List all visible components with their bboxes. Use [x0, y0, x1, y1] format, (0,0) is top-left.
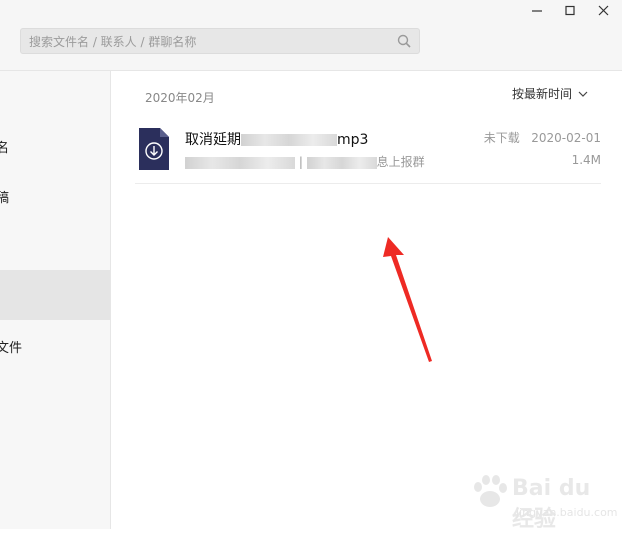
sidebar-item-active[interactable] — [0, 270, 110, 320]
red-arrow-annotation — [383, 237, 432, 362]
download-file-icon[interactable] — [139, 128, 169, 170]
file-size: 1.4M — [571, 153, 601, 167]
file-meta: | 息上报群 — [185, 153, 425, 170]
file-date: 2020-02-01 — [531, 131, 601, 145]
sidebar-item-2[interactable]: 稿 — [0, 171, 110, 221]
chevron-down-icon — [578, 91, 588, 97]
sidebar-item-4[interactable]: 文件 — [0, 321, 110, 371]
top-bar — [0, 0, 622, 71]
sidebar-item-label: 稿 — [0, 191, 10, 206]
redacted-text — [306, 156, 377, 169]
redacted-text — [241, 134, 337, 146]
file-status: 未下载 2020-02-01 — [484, 129, 601, 146]
minimize-button[interactable] — [527, 4, 547, 18]
sidebar: 名 稿 文件 — [0, 71, 111, 529]
watermark: Bai du 经验 jingyan.baidu.com — [468, 468, 618, 532]
sort-dropdown[interactable]: 按最新时间 — [512, 85, 588, 102]
maximize-icon — [565, 5, 575, 16]
close-button[interactable] — [594, 4, 614, 18]
watermark-url: jingyan.baidu.com — [516, 506, 618, 519]
file-name-end: mp3 — [337, 132, 369, 148]
watermark-brand: Bai du 经验 — [512, 476, 591, 532]
close-icon — [598, 5, 609, 16]
redacted-text — [185, 156, 295, 169]
file-name-start: 取消延期 — [185, 132, 241, 148]
sidebar-item-label: 名 — [0, 141, 10, 156]
search-box[interactable] — [20, 28, 420, 54]
file-row[interactable]: 取消延期 mp3 | 息上报群 未下载 2020-02-01 1.4M — [135, 123, 601, 184]
search-input[interactable] — [27, 32, 391, 52]
sidebar-item-label: 文件 — [0, 341, 23, 356]
sidebar-item-1[interactable]: 名 — [0, 121, 110, 171]
search-icon[interactable] — [397, 34, 411, 48]
file-name[interactable]: 取消延期 mp3 — [185, 129, 368, 149]
maximize-button[interactable] — [560, 4, 580, 18]
minimize-icon — [532, 10, 542, 12]
file-list-panel: 2020年02月 按最新时间 取消延期 mp3 | 息上报群 未下载 2020-0… — [111, 71, 622, 529]
month-header: 2020年02月 — [145, 91, 215, 105]
file-meta-end: 息上报群 — [376, 155, 425, 169]
paw-icon — [474, 475, 507, 507]
sort-label: 按最新时间 — [511, 87, 572, 101]
download-status: 未下载 — [483, 131, 520, 145]
